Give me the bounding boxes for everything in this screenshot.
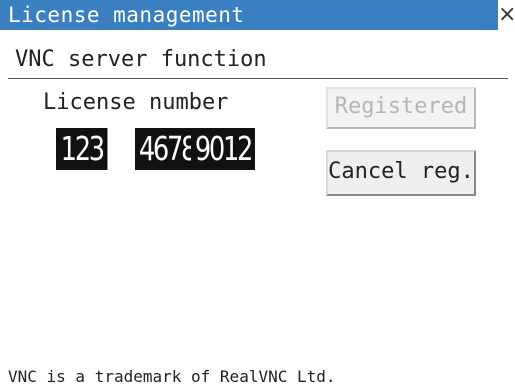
trademark-notice: VNC is a trademark of RealVNC Ltd. <box>8 367 336 386</box>
registered-button[interactable]: Registered <box>326 87 476 129</box>
license-number-label: License number <box>43 90 229 115</box>
cancel-registration-button[interactable]: Cancel reg. <box>326 150 476 196</box>
license-number-part-3: 9012 <box>191 128 255 170</box>
close-icon[interactable]: × <box>498 0 515 30</box>
license-number-part-1: 123 <box>56 128 108 170</box>
license-number-part-2: 4678 <box>135 128 199 170</box>
section-title: VNC server function <box>15 47 267 72</box>
dialog-title: License management <box>0 0 498 30</box>
license-management-dialog: License management × VNC server function… <box>0 0 515 392</box>
section-divider <box>8 78 508 79</box>
